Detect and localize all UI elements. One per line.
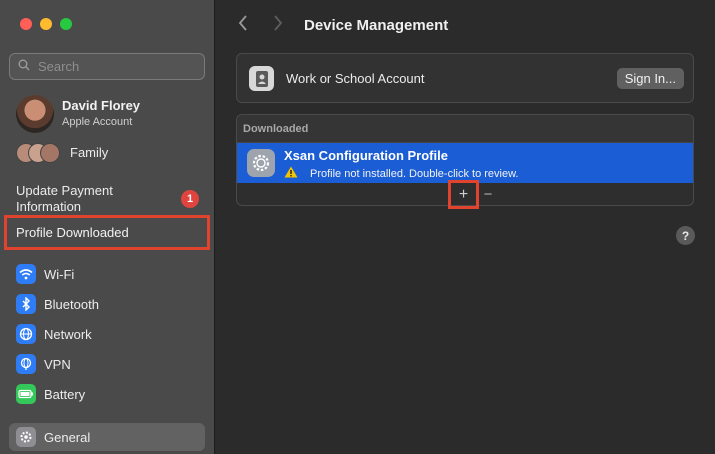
notification-badge: 1 bbox=[181, 190, 199, 208]
back-button[interactable] bbox=[238, 14, 248, 37]
sidebar-item-vpn[interactable]: VPN bbox=[9, 350, 205, 378]
bluetooth-icon bbox=[16, 294, 36, 314]
remove-profile-button[interactable]: − bbox=[481, 185, 495, 203]
main-pane: Device Management Work or School Account… bbox=[216, 0, 715, 454]
apple-account-label[interactable]: Apple Account bbox=[62, 116, 132, 128]
help-button[interactable]: ? bbox=[676, 226, 695, 245]
sidebar-item-label: Network bbox=[44, 326, 92, 342]
wifi-icon bbox=[16, 264, 36, 284]
user-name[interactable]: David Florey bbox=[62, 98, 140, 113]
profile-row[interactable]: Xsan Configuration Profile Profile not i… bbox=[237, 143, 693, 183]
vpn-globe-icon bbox=[16, 354, 36, 374]
profile-name: Xsan Configuration Profile bbox=[284, 148, 448, 163]
family-item[interactable]: Family bbox=[70, 145, 108, 160]
sidebar-item-label: VPN bbox=[44, 356, 71, 372]
user-avatar[interactable] bbox=[16, 95, 54, 133]
search-icon bbox=[18, 58, 30, 76]
profile-downloaded-item[interactable]: Profile Downloaded bbox=[4, 215, 210, 250]
sidebar-item-label: General bbox=[44, 429, 91, 445]
sidebar-item-label: Bluetooth bbox=[44, 296, 99, 312]
downloaded-header: Downloaded bbox=[237, 115, 693, 143]
family-avatar bbox=[40, 143, 60, 163]
sidebar-item-network[interactable]: Network bbox=[9, 320, 205, 348]
account-label: Work or School Account bbox=[286, 71, 425, 86]
sign-in-button[interactable]: Sign In... bbox=[616, 68, 684, 89]
profile-status-text: Profile not installed. Double-click to r… bbox=[310, 167, 519, 180]
search-field[interactable] bbox=[9, 53, 205, 80]
sidebar-item-bluetooth[interactable]: Bluetooth bbox=[9, 290, 205, 318]
globe-icon bbox=[16, 324, 36, 344]
work-school-account-row: Work or School Account Sign In... bbox=[236, 53, 694, 103]
sidebar-item-label: Wi-Fi bbox=[44, 266, 75, 282]
sidebar-item-general[interactable]: General bbox=[9, 423, 205, 451]
sidebar: David Florey Apple Account Family Update… bbox=[0, 0, 215, 454]
sidebar-item-battery[interactable]: Battery bbox=[9, 380, 205, 408]
profile-status: Profile not installed. Double-click to r… bbox=[284, 166, 518, 181]
add-profile-button[interactable]: + bbox=[448, 180, 479, 209]
forward-button[interactable] bbox=[273, 14, 283, 37]
sidebar-item-label: Battery bbox=[44, 386, 86, 402]
zoom-window-button[interactable] bbox=[60, 18, 72, 30]
id-badge-icon bbox=[249, 66, 274, 91]
close-window-button[interactable] bbox=[20, 18, 32, 30]
update-payment-item[interactable]: Update Payment Information bbox=[16, 183, 166, 215]
sidebar-item-wifi[interactable]: Wi-Fi bbox=[9, 260, 205, 288]
settings-gear-icon bbox=[247, 149, 275, 177]
profile-downloaded-label: Profile Downloaded bbox=[16, 225, 129, 240]
warning-icon bbox=[284, 166, 298, 181]
search-input[interactable] bbox=[36, 58, 190, 75]
battery-icon bbox=[16, 384, 36, 404]
minimize-window-button[interactable] bbox=[40, 18, 52, 30]
page-title: Device Management bbox=[304, 17, 449, 34]
gear-icon bbox=[16, 427, 36, 447]
